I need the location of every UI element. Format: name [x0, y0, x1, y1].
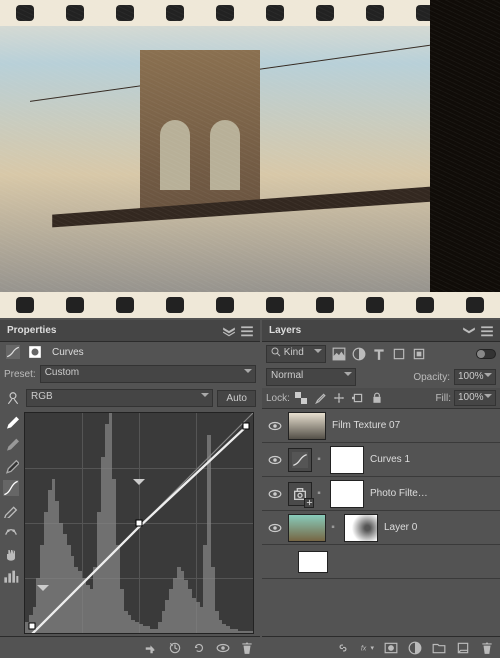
black-point-eyedropper-icon[interactable]	[3, 458, 19, 474]
histogram-icon[interactable]	[3, 568, 19, 584]
lock-transparent-icon[interactable]	[295, 392, 307, 404]
curve-point-black[interactable]	[28, 623, 35, 630]
blend-mode-select[interactable]: Normal	[266, 368, 356, 386]
filter-pixel-icon[interactable]	[332, 347, 346, 361]
lock-label: Lock:	[266, 393, 290, 404]
layer-row[interactable]: ▪ Layer 0	[262, 511, 500, 545]
visibility-toggle-icon[interactable]	[268, 453, 282, 467]
previous-state-icon[interactable]	[168, 641, 182, 655]
lock-position-icon[interactable]	[333, 392, 345, 404]
layers-panel: Layers Kind Normal Opacity: 100% Lock:	[262, 320, 500, 658]
filter-adjustment-icon[interactable]	[352, 347, 366, 361]
link-icon: ▪	[316, 454, 322, 465]
filter-kind-select[interactable]: Kind	[266, 345, 326, 363]
new-adjustment-icon[interactable]	[408, 641, 422, 655]
layer-thumbnail[interactable]	[288, 514, 326, 542]
layer-thumbnail[interactable]	[298, 551, 328, 573]
link-icon: ▪	[316, 488, 322, 499]
panel-menu-icon[interactable]	[480, 324, 494, 338]
curve-point-white[interactable]	[243, 423, 250, 430]
layer-mask[interactable]	[344, 514, 378, 542]
delete-layer-icon[interactable]	[480, 641, 494, 655]
preset-select[interactable]: Custom	[40, 365, 256, 383]
auto-target-icon[interactable]	[6, 391, 20, 405]
adjustment-name: Curves	[48, 347, 84, 358]
mask-mode-icon[interactable]	[28, 345, 42, 359]
toggle-visibility-icon[interactable]	[216, 641, 230, 655]
curves-layer-icon[interactable]	[288, 448, 312, 472]
new-layer-icon[interactable]	[456, 641, 470, 655]
layer-name[interactable]: Film Texture 07	[330, 420, 496, 431]
visibility-toggle-icon[interactable]	[268, 487, 282, 501]
white-point-eyedropper-icon[interactable]	[3, 414, 19, 430]
visibility-toggle-icon[interactable]	[268, 521, 282, 535]
link-layers-icon[interactable]	[336, 641, 350, 655]
add-mask-icon[interactable]	[384, 641, 398, 655]
curve-point-mid[interactable]	[136, 520, 143, 527]
properties-title: Properties	[4, 325, 56, 336]
filter-toggle[interactable]	[476, 349, 496, 359]
opacity-select[interactable]: 100%	[454, 369, 496, 385]
channel-select[interactable]: RGB	[26, 389, 213, 407]
delete-adjustment-icon[interactable]	[240, 641, 254, 655]
properties-panel: Properties Curves Preset: Custom RGB Aut…	[0, 320, 260, 658]
link-icon: ▪	[330, 522, 336, 533]
collapse-icon[interactable]	[222, 324, 236, 338]
fill-label: Fill:	[435, 393, 451, 404]
smooth-icon[interactable]	[3, 524, 19, 540]
layer-mask[interactable]	[330, 446, 364, 474]
auto-button[interactable]: Auto	[217, 390, 256, 407]
clip-to-layer-icon[interactable]	[144, 641, 158, 655]
pencil-tool-icon[interactable]	[3, 502, 19, 518]
curves-graph[interactable]	[24, 412, 254, 634]
layer-row[interactable]: Film Texture 07	[262, 409, 500, 443]
layer-name[interactable]: Photo Filte…	[368, 488, 496, 499]
lock-all-icon[interactable]	[371, 392, 383, 404]
layer-name[interactable]: Layer 0	[382, 522, 496, 533]
canvas-preview[interactable]	[0, 0, 500, 318]
panel-menu-icon[interactable]	[240, 324, 254, 338]
preset-label: Preset:	[4, 369, 36, 380]
svg-text:fx: fx	[361, 645, 367, 652]
layer-row[interactable]: ▪ Curves 1	[262, 443, 500, 477]
layers-title: Layers	[266, 325, 301, 336]
opacity-label: Opacity:	[413, 372, 450, 383]
lock-artboard-icon[interactable]	[352, 392, 364, 404]
film-edge-bottom	[0, 292, 500, 318]
visibility-toggle-icon[interactable]	[268, 419, 282, 433]
lock-image-icon[interactable]	[314, 392, 326, 404]
new-group-icon[interactable]	[432, 641, 446, 655]
filter-smart-icon[interactable]	[412, 347, 426, 361]
layer-mask[interactable]	[330, 480, 364, 508]
layer-row[interactable]: ▪ Photo Filte…	[262, 477, 500, 511]
reset-icon[interactable]	[192, 641, 206, 655]
filter-shape-icon[interactable]	[392, 347, 406, 361]
curves-adjustment-icon	[6, 345, 20, 359]
layer-list: Film Texture 07 ▪ Curves 1 ▪ Photo Filte…	[262, 409, 500, 636]
hand-tool-icon[interactable]	[3, 546, 19, 562]
layer-name[interactable]: Curves 1	[368, 454, 496, 465]
layer-row[interactable]	[262, 545, 500, 579]
gray-point-eyedropper-icon[interactable]	[3, 436, 19, 452]
collapse-icon[interactable]	[462, 324, 476, 338]
filter-type-icon[interactable]	[372, 347, 386, 361]
photo-filter-layer-icon[interactable]	[288, 482, 312, 506]
layer-style-icon[interactable]: fx▾	[360, 641, 374, 655]
layer-thumbnail[interactable]	[288, 412, 326, 440]
curve-tool-icon[interactable]	[3, 480, 19, 496]
fill-select[interactable]: 100%	[454, 390, 496, 406]
